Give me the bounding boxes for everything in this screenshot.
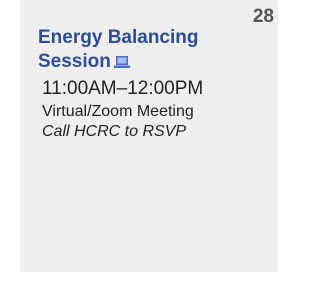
event-location: Virtual/Zoom Meeting [42, 103, 194, 120]
event-rsvp-note: Call HCRC to RSVP [42, 123, 187, 140]
event-title-block[interactable]: Energy Balancing Session [38, 26, 238, 76]
laptop-icon [113, 52, 130, 76]
calendar-day-cell[interactable]: 28 Energy Balancing Session 11:00AM–12:0… [20, 0, 278, 272]
day-number: 28 [252, 6, 274, 27]
event-time: 11:00AM–12:00PM [42, 78, 204, 99]
